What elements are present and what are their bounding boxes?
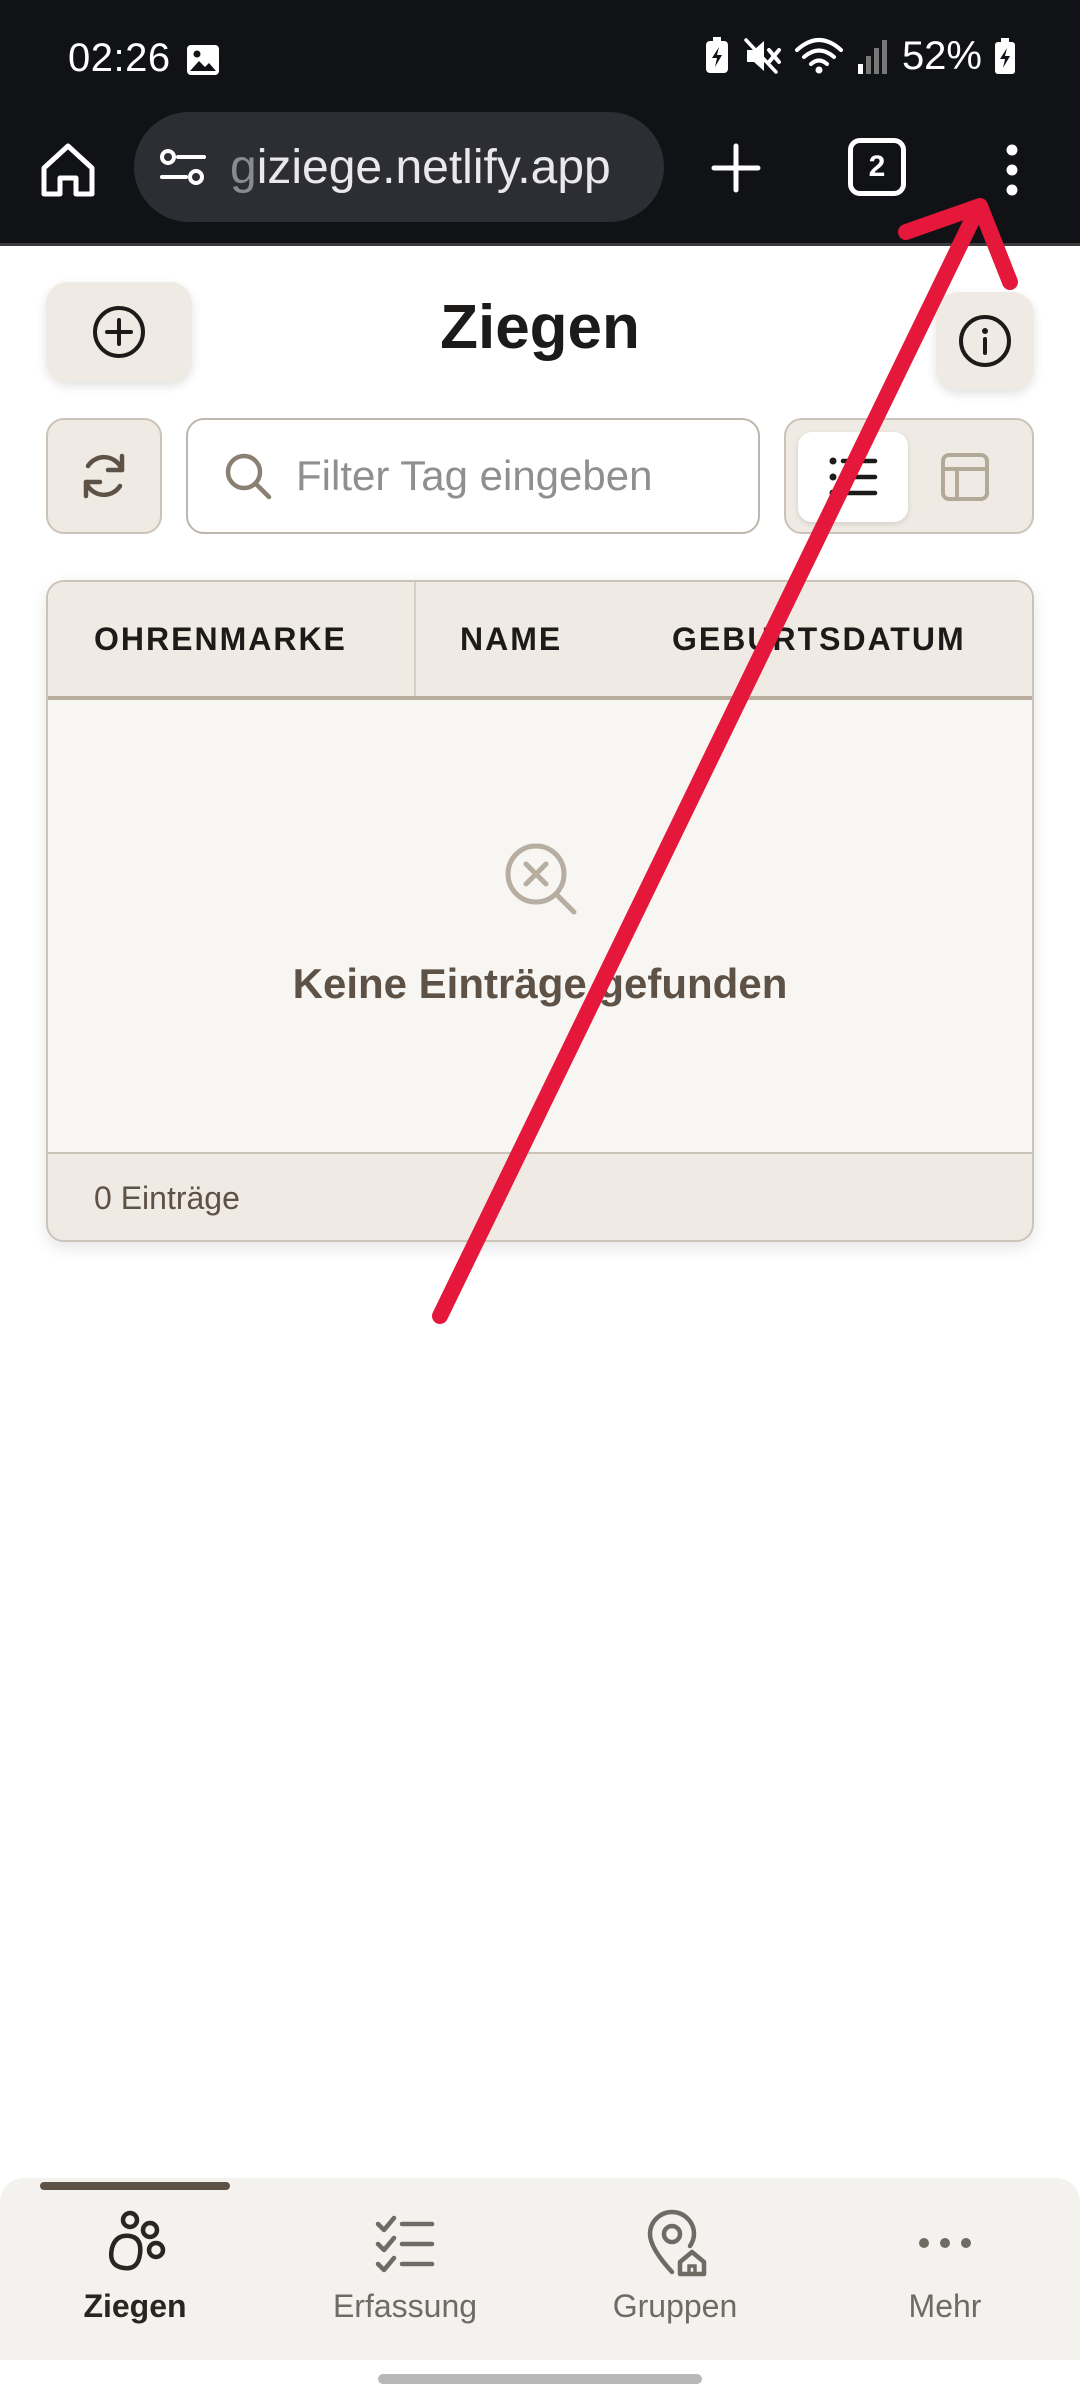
site-settings-icon[interactable] [158, 147, 208, 187]
url-domain: iziege.netlify.app [256, 140, 611, 194]
active-tab-indicator [40, 2182, 230, 2190]
tab-count: 2 [868, 150, 886, 183]
info-icon [959, 315, 1011, 367]
goats-table: OHRENMARKE NAME GEBURTSDATUM Keine Eintr… [46, 580, 1034, 1242]
url-text[interactable]: giziege.netlify.app [230, 140, 611, 195]
column-header-birthdate[interactable]: GEBURTSDATUM [672, 582, 966, 696]
wifi-icon [794, 38, 843, 74]
page-title: Ziegen [440, 293, 640, 362]
image-notification-icon [187, 45, 219, 75]
refresh-icon [83, 453, 125, 499]
nav-label-gruppen: Gruppen [612, 2288, 738, 2324]
url-faint-prefix: g [230, 140, 257, 194]
list-view-option[interactable] [798, 432, 908, 522]
tag-filter-field[interactable] [186, 418, 760, 534]
refresh-button[interactable] [46, 418, 162, 534]
mute-icon [744, 38, 781, 74]
status-time: 02:26 [68, 36, 171, 80]
search-no-results-icon [505, 843, 577, 915]
new-tab-icon[interactable] [704, 136, 768, 200]
empty-state: Keine Einträge gefunden [48, 700, 1032, 1152]
nav-label-ziegen: Ziegen [83, 2288, 187, 2324]
goat-paw-icon [109, 2210, 166, 2271]
checklist-icon [375, 2215, 435, 2273]
table-header: OHRENMARKE NAME GEBURTSDATUM [48, 582, 1032, 700]
empty-message: Keine Einträge gefunden [292, 960, 788, 1007]
column-header-name[interactable]: NAME [460, 582, 562, 696]
location-home-icon [647, 2209, 707, 2277]
nav-item-erfassung[interactable]: Erfassung [270, 2208, 540, 2348]
signal-icon [857, 40, 887, 74]
status-bar: 02:26 52% [0, 0, 1080, 110]
app-header: Ziegen [0, 246, 1080, 416]
nav-item-mehr[interactable]: Mehr [810, 2208, 1080, 2348]
address-bar[interactable]: giziege.netlify.app [134, 112, 664, 222]
home-icon[interactable] [36, 138, 100, 202]
table-view-option[interactable] [910, 432, 1020, 522]
bottom-navigation: Ziegen Erfassung Gruppen Mehr [0, 2178, 1080, 2360]
filter-toolbar [0, 416, 1080, 536]
column-header-ear-tag[interactable]: OHRENMARKE [94, 582, 347, 696]
browser-toolbar: giziege.netlify.app 2 [0, 110, 1080, 246]
status-right: 52% [704, 34, 1016, 78]
battery-percentage: 52% [901, 33, 982, 78]
view-mode-toggle[interactable] [784, 418, 1034, 534]
more-horizontal-icon [919, 2238, 971, 2248]
search-icon [225, 453, 272, 500]
list-view-icon [829, 457, 878, 497]
entry-count: 0 Einträge [94, 1180, 240, 1216]
table-footer: 0 Einträge [48, 1152, 1032, 1240]
battery-charging-icon [995, 38, 1015, 74]
info-button[interactable] [936, 292, 1034, 390]
gesture-handle[interactable] [378, 2374, 702, 2384]
nav-label-mehr: Mehr [908, 2288, 982, 2324]
column-divider[interactable] [414, 582, 416, 696]
nav-label-erfassung: Erfassung [332, 2288, 478, 2324]
browser-menu-icon[interactable] [988, 138, 1036, 202]
table-view-icon [941, 453, 989, 501]
nav-item-ziegen[interactable]: Ziegen [0, 2208, 270, 2348]
tag-filter-input[interactable] [296, 452, 756, 500]
battery-saver-icon [705, 37, 728, 73]
tab-switcher-button[interactable]: 2 [848, 138, 906, 196]
nav-item-gruppen[interactable]: Gruppen [540, 2208, 810, 2348]
